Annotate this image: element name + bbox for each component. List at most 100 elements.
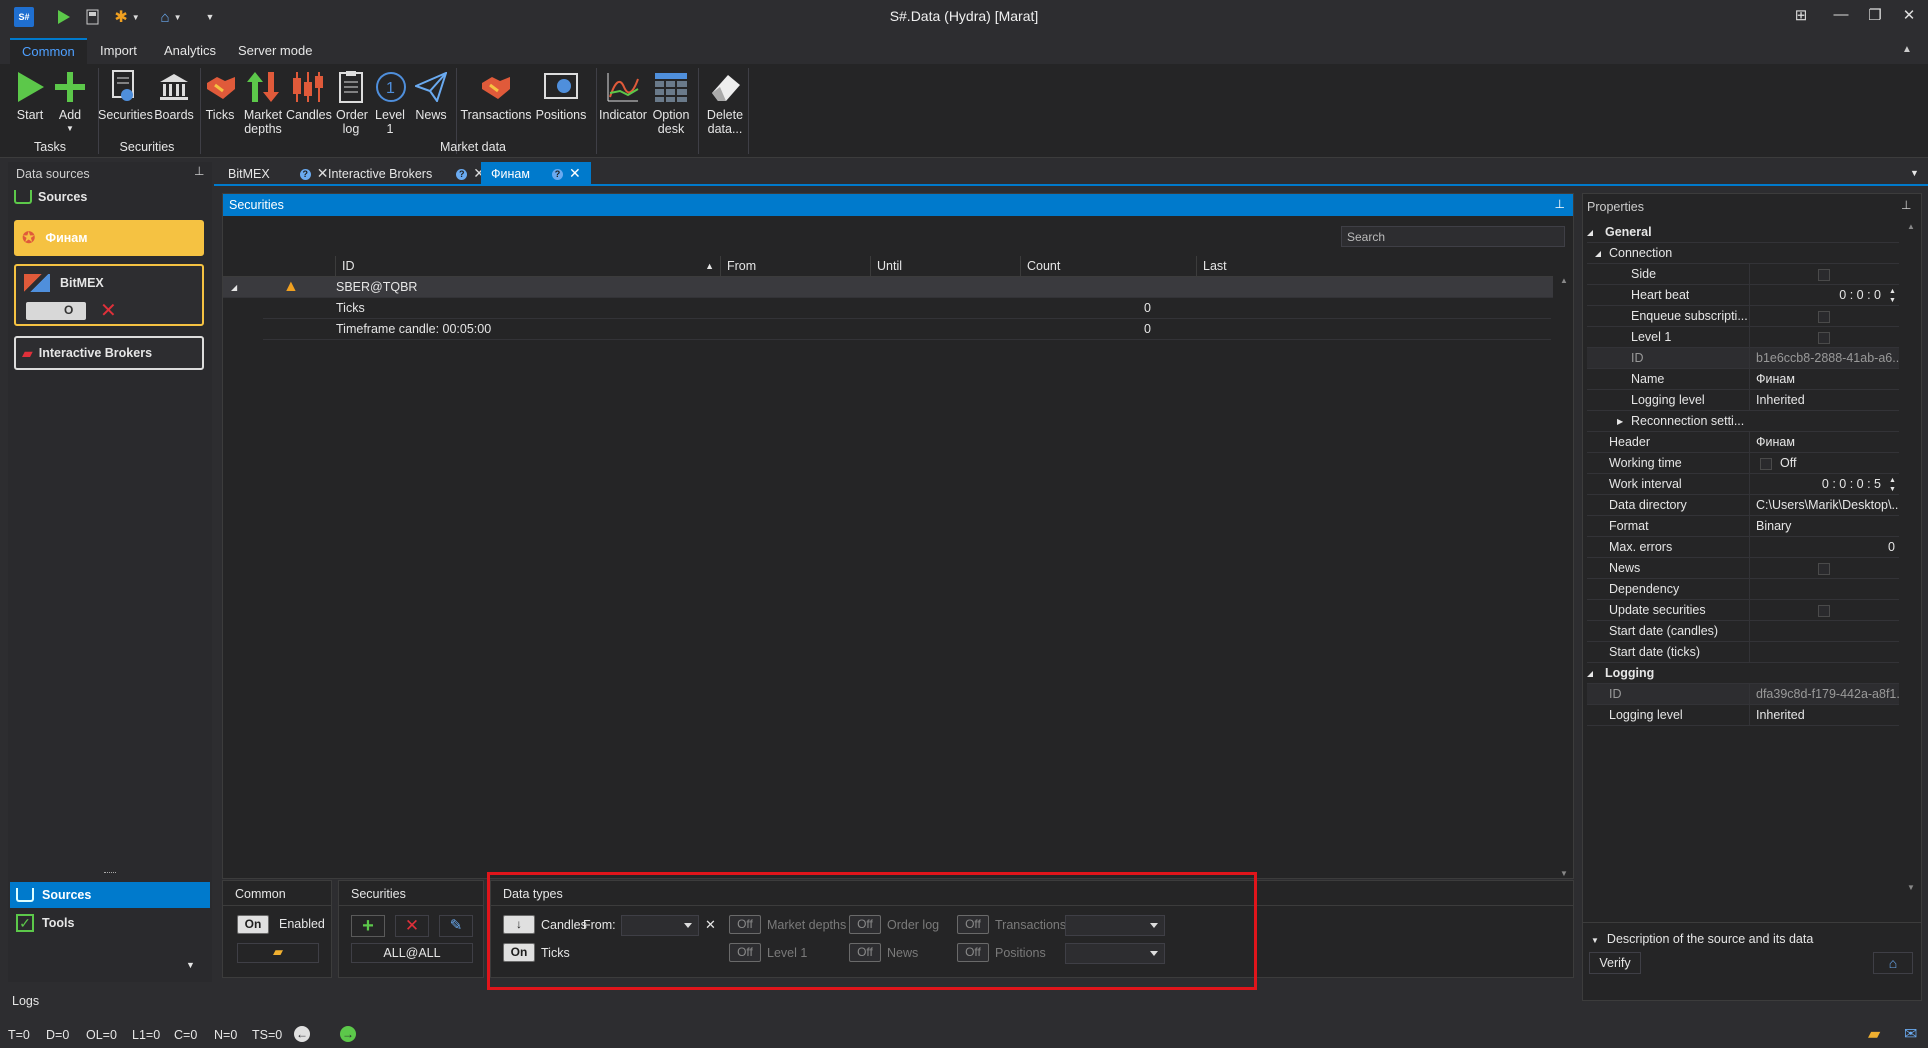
- property-row[interactable]: Start date (ticks): [1587, 642, 1899, 663]
- column-last[interactable]: Last: [1196, 256, 1556, 276]
- scroll-down-icon[interactable]: ▼: [1560, 869, 1568, 878]
- enqueue-checkbox[interactable]: [1818, 311, 1830, 323]
- property-value[interactable]: Финам: [1749, 432, 1899, 453]
- property-value[interactable]: [1749, 306, 1899, 327]
- pin-icon[interactable]: ⊥: [1901, 198, 1911, 212]
- boards-button[interactable]: Boards: [152, 68, 196, 122]
- level1-button[interactable]: 1 Level 1: [372, 68, 408, 136]
- option-desk-button[interactable]: Option desk: [648, 68, 694, 136]
- property-row[interactable]: Max. errors 0: [1587, 537, 1899, 558]
- column-until[interactable]: Until: [870, 256, 1020, 276]
- property-row[interactable]: Logging level Inherited: [1587, 390, 1899, 411]
- property-row[interactable]: ID dfa39c8d-f179-442a-a8f1...: [1587, 684, 1899, 705]
- close-tab-icon[interactable]: ✕: [569, 165, 581, 181]
- property-value[interactable]: 0 : 0 : 0: [1749, 285, 1899, 306]
- start-button[interactable]: Start: [12, 68, 48, 122]
- expand-icon[interactable]: ▶: [1617, 411, 1623, 432]
- positions-button[interactable]: Positions: [532, 68, 590, 122]
- description-toggle[interactable]: ▼ Description of the source and its data: [1591, 932, 1813, 946]
- collapse-icon[interactable]: ◢: [1587, 222, 1593, 243]
- pin-window-icon[interactable]: ⊞: [1786, 6, 1816, 28]
- collapse-icon[interactable]: ◢: [1587, 663, 1593, 684]
- property-row[interactable]: Working time Off: [1587, 453, 1899, 474]
- scroll-up-icon[interactable]: ▲: [1907, 222, 1915, 231]
- property-row[interactable]: Level 1: [1587, 327, 1899, 348]
- property-value[interactable]: [1749, 264, 1899, 285]
- spinner-icon[interactable]: ▲ ▼: [1889, 476, 1896, 494]
- remove-source-icon[interactable]: ✕: [100, 298, 117, 323]
- collapse-ribbon-icon[interactable]: ▲: [1902, 44, 1912, 55]
- property-row[interactable]: Side: [1587, 264, 1899, 285]
- search-input[interactable]: Search: [1341, 226, 1565, 247]
- property-value[interactable]: [1749, 642, 1899, 663]
- property-row[interactable]: Work interval 0 : 0 : 0 : 5 ▲ ▼: [1587, 474, 1899, 495]
- update-securities-checkbox[interactable]: [1818, 605, 1830, 617]
- bitmex-enable-toggle[interactable]: O: [26, 302, 86, 320]
- open-folder-icon[interactable]: ▰: [1868, 1024, 1880, 1044]
- scroll-down-icon[interactable]: ▼: [1907, 883, 1915, 892]
- side-checkbox[interactable]: [1818, 269, 1830, 281]
- property-value[interactable]: [1749, 558, 1899, 579]
- properties-scrollbar[interactable]: ▲ ▼: [1905, 222, 1917, 892]
- edit-security-button[interactable]: ✎: [439, 915, 473, 937]
- close-icon[interactable]: ✕: [1894, 6, 1924, 28]
- working-time-checkbox[interactable]: [1760, 458, 1772, 470]
- doc-tab-finam[interactable]: Финам? ✕: [481, 162, 591, 184]
- help-icon[interactable]: ?: [551, 169, 563, 181]
- property-value[interactable]: Inherited: [1749, 390, 1899, 411]
- nav-overflow-icon[interactable]: ▼: [186, 960, 195, 970]
- news-checkbox[interactable]: [1818, 563, 1830, 575]
- property-row[interactable]: Header Финам: [1587, 432, 1899, 453]
- property-row[interactable]: Logging level Inherited: [1587, 705, 1899, 726]
- property-row[interactable]: ◢ Logging: [1587, 663, 1899, 684]
- back-icon[interactable]: ←: [294, 1026, 310, 1042]
- property-value[interactable]: [1749, 600, 1899, 621]
- add-security-button[interactable]: +: [351, 915, 385, 937]
- help-icon[interactable]: ?: [299, 169, 311, 181]
- home-button[interactable]: ⌂: [1873, 952, 1913, 974]
- table-row[interactable]: Timeframe candle: 00:05:00 0: [263, 319, 1551, 340]
- securities-button[interactable]: Securities: [98, 68, 153, 122]
- property-row[interactable]: ID b1e6ccb8-2888-41ab-a6...: [1587, 348, 1899, 369]
- property-value[interactable]: 0 : 0 : 0 : 5: [1749, 474, 1899, 495]
- level1-checkbox[interactable]: [1818, 332, 1830, 344]
- property-row[interactable]: News: [1587, 558, 1899, 579]
- order-log-button[interactable]: Order log: [332, 68, 370, 136]
- collapse-icon[interactable]: ◢: [231, 277, 237, 298]
- property-value[interactable]: C:\Users\Marik\Desktop\...: [1749, 495, 1899, 516]
- market-depths-button[interactable]: Market depths: [240, 68, 286, 136]
- logs-title[interactable]: Logs: [12, 994, 39, 1008]
- property-row[interactable]: Update securities: [1587, 600, 1899, 621]
- property-value[interactable]: [1749, 327, 1899, 348]
- property-row[interactable]: ▶ Reconnection setti...: [1587, 411, 1899, 432]
- property-value[interactable]: 0: [1749, 537, 1899, 558]
- pin-icon[interactable]: ⊥: [1555, 197, 1565, 211]
- tab-server-mode[interactable]: Server mode: [226, 38, 324, 64]
- candles-button[interactable]: Candles: [286, 68, 332, 122]
- tab-analytics[interactable]: Analytics: [152, 38, 228, 64]
- source-bitmex[interactable]: BitMEX O ✕: [14, 264, 204, 326]
- property-row[interactable]: Name Финам: [1587, 369, 1899, 390]
- table-row[interactable]: Ticks 0: [263, 298, 1551, 319]
- nav-sources[interactable]: Sources: [10, 882, 210, 908]
- tab-import[interactable]: Import: [88, 38, 149, 64]
- property-row[interactable]: Format Binary: [1587, 516, 1899, 537]
- property-value[interactable]: Off: [1749, 453, 1899, 474]
- all-securities-field[interactable]: ALL@ALL: [351, 943, 473, 963]
- scroll-up-icon[interactable]: ▲: [1560, 276, 1568, 285]
- property-row[interactable]: ◢ General: [1587, 222, 1899, 243]
- doc-tab-interactive-brokers[interactable]: Interactive Brokers? ✕: [318, 162, 495, 184]
- source-interactive-brokers[interactable]: ▰ Interactive Brokers: [14, 336, 204, 370]
- property-row[interactable]: Heart beat 0 : 0 : 0 ▲ ▼: [1587, 285, 1899, 306]
- property-row[interactable]: Dependency: [1587, 579, 1899, 600]
- vertical-scrollbar[interactable]: ▲ ▼: [1557, 276, 1571, 878]
- nav-tools[interactable]: ✓ Tools: [10, 910, 210, 936]
- ticks-button[interactable]: Ticks: [202, 68, 238, 122]
- splitter-grip[interactable]: [104, 872, 116, 874]
- table-row[interactable]: ◢ ▲ SBER@TQBR: [223, 277, 1553, 298]
- verify-button[interactable]: Verify: [1589, 952, 1641, 974]
- spinner-icon[interactable]: ▲ ▼: [1889, 287, 1896, 305]
- column-id[interactable]: ID ▲: [335, 256, 720, 276]
- add-button[interactable]: Add ▼: [50, 68, 90, 136]
- property-row[interactable]: ◢ Connection: [1587, 243, 1899, 264]
